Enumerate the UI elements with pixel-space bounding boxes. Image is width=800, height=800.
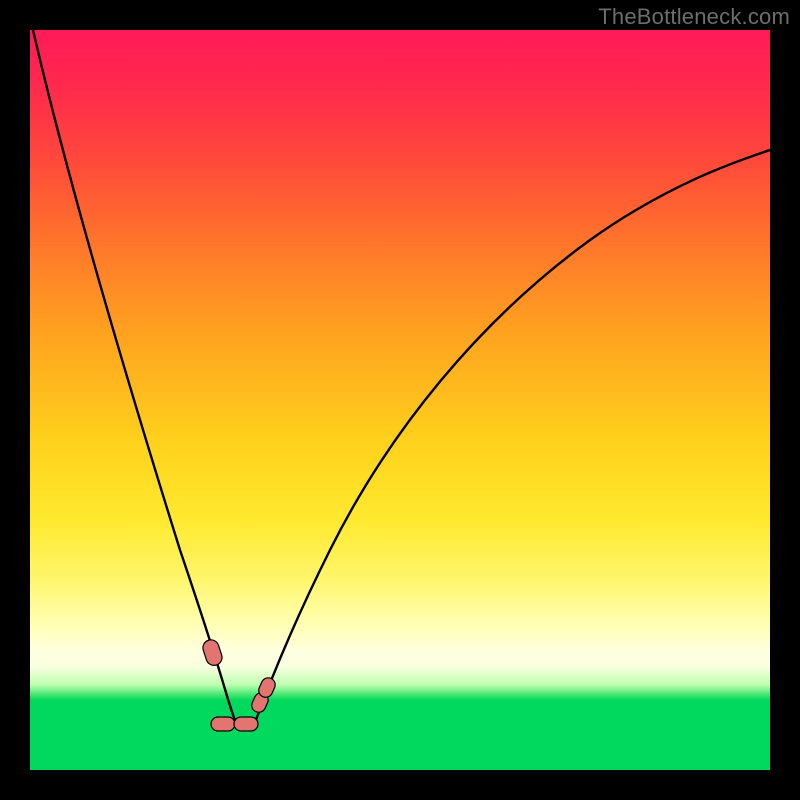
- curve-markers: [201, 638, 278, 731]
- right-curve: [253, 150, 770, 728]
- left-curve: [33, 30, 237, 726]
- plot-area: [30, 30, 770, 770]
- marker-floor-left: [211, 717, 235, 731]
- marker-floor-right: [234, 717, 258, 731]
- chart-frame: TheBottleneck.com: [0, 0, 800, 800]
- chart-curves: [30, 30, 770, 770]
- marker-left-upper: [201, 638, 224, 668]
- watermark-text: TheBottleneck.com: [598, 4, 790, 30]
